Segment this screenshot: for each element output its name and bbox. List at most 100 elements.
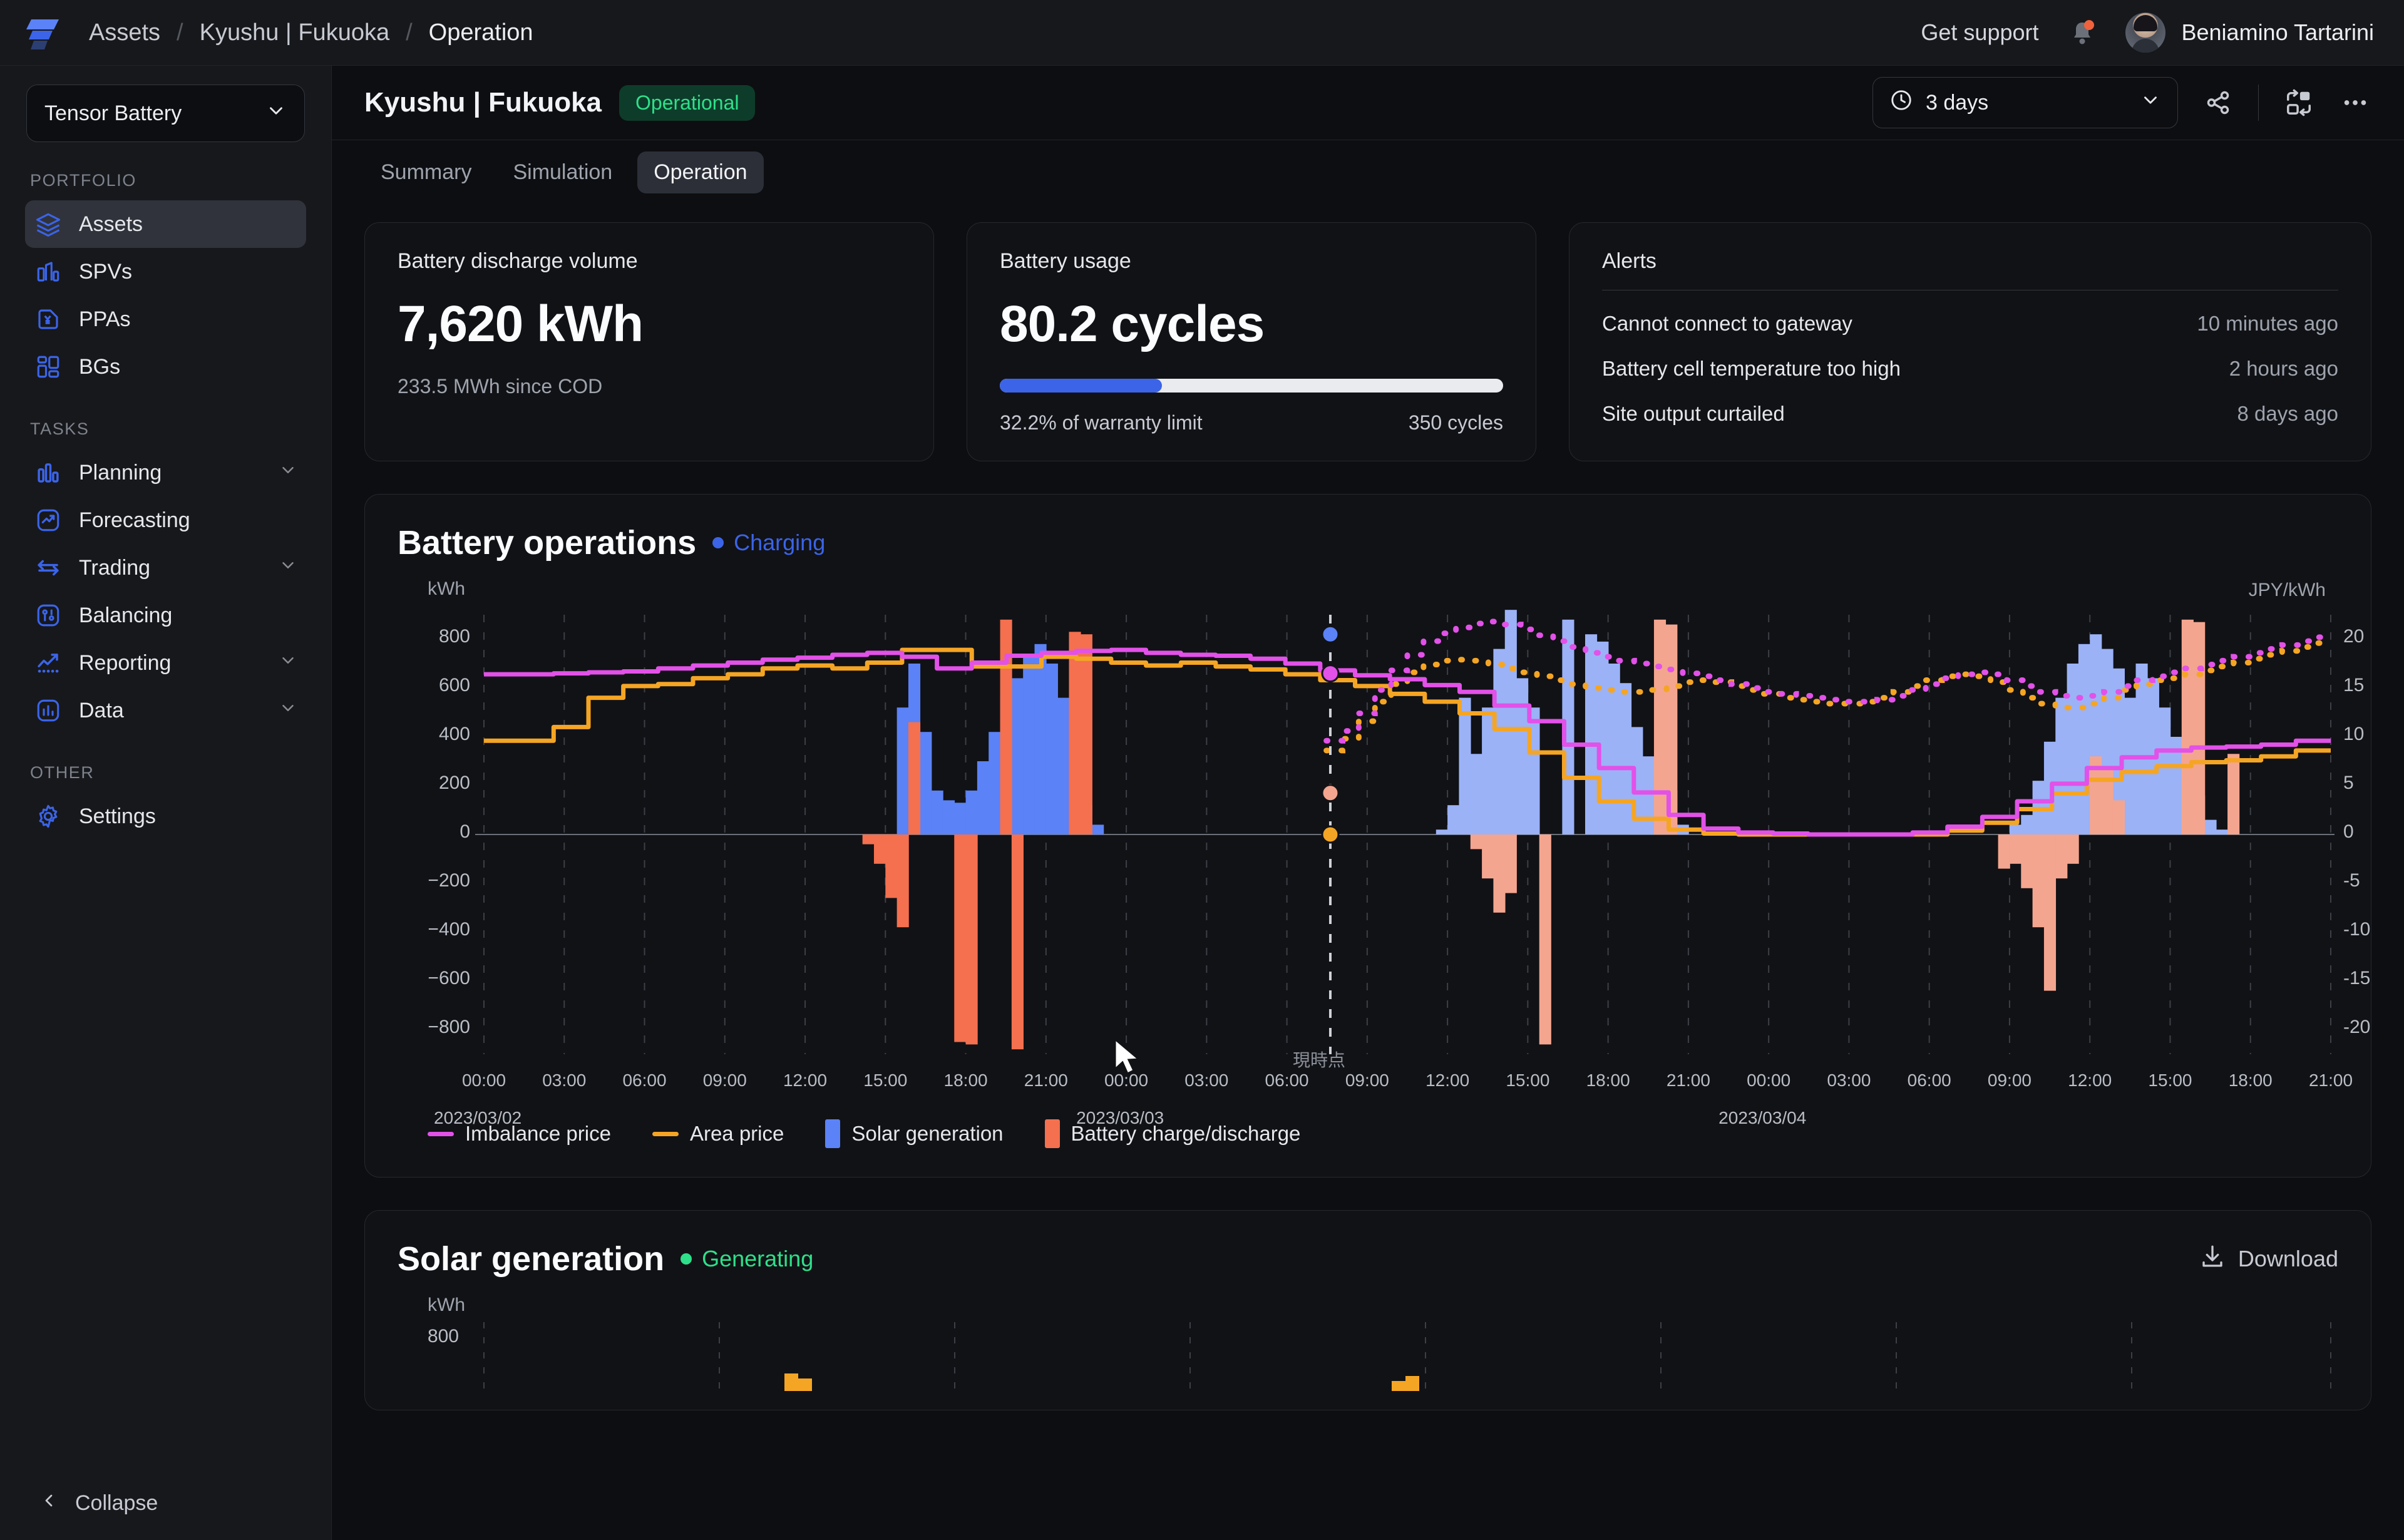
sidebar-item-balancing[interactable]: Balancing [25,592,306,639]
chevron-down-icon[interactable] [279,651,297,675]
asset-selector-value: Tensor Battery [44,101,182,125]
exchange-arrows-icon [34,553,63,582]
status-dot-icon [712,537,724,548]
chevron-down-icon[interactable] [279,556,297,580]
sidebar-item-label: Assets [79,212,143,236]
sidebar-group-label: TASKS [30,419,90,438]
sidebar-item-settings[interactable]: Settings [25,793,306,840]
alert-time: 10 minutes ago [2197,312,2338,335]
trend-square-icon [34,506,63,535]
share-icon[interactable] [2202,86,2234,119]
panel-header: Battery operations Charging [365,495,2371,562]
y-axis-tick-right: 15 [2343,675,2365,696]
sidebar-item-label: Forecasting [79,508,190,532]
y-axis-title-left: kWh [428,578,465,599]
tab-simulation[interactable]: Simulation [496,151,629,193]
sidebar-group-label: OTHER [30,763,95,782]
y-axis-tick-left: −800 [428,1017,470,1037]
legend-item-area-price[interactable]: Area price [652,1122,784,1146]
sidebar-group-tasks: TASKS Planning Forecasting Trading Balan… [0,419,331,734]
sidebar-item-label: Reporting [79,650,172,675]
app-logo-icon[interactable] [24,13,63,52]
sidebar-item-label: Settings [79,804,156,828]
sidebar-item-trading[interactable]: Trading [25,544,306,592]
chevron-down-icon[interactable] [279,461,297,485]
alert-row[interactable]: Site output curtailed 8 days ago [1602,402,2338,426]
chevron-left-icon [39,1491,59,1516]
panel-status: Charging [712,530,825,556]
battery-operations-chart[interactable]: JPY/kWh 800 600 400 200 0 −200 −400 −600 −800 20… [365,580,2371,1127]
collapse-label: Collapse [75,1491,158,1515]
grid-blocks-icon [34,352,63,381]
chart-legend: Imbalance price Area price Solar generat… [365,1107,2371,1177]
date-range-selector[interactable]: 3 days [1872,77,2178,128]
alert-row[interactable]: Cannot connect to gateway 10 minutes ago [1602,312,2338,336]
warranty-limit: 350 cycles [1408,411,1503,434]
card-value: 80.2 cycles [1000,295,1265,352]
sidebar-item-bgs[interactable]: BGs [25,343,306,391]
sidebar: Tensor Battery PORTFOLIO Assets SPVs PPA… [0,66,332,1540]
status-badge: Operational [619,85,756,121]
tab-bar: Summary Simulation Operation [332,140,2404,205]
breadcrumb-item-site[interactable]: Kyushu | Fukuoka [200,19,389,46]
chart-square-icon [34,696,63,725]
solar-y-axis-title: kWh [428,1295,465,1315]
clock-icon [1889,88,1913,118]
alert-row[interactable]: Battery cell temperature too high 2 hour… [1602,357,2338,381]
download-icon [2199,1243,2226,1275]
legend-item-solar-generation[interactable]: Solar generation [825,1119,1004,1148]
tab-operation[interactable]: Operation [637,151,764,193]
page-header: Kyushu | Fukuoka Operational 3 days [332,66,2404,140]
panel-title: Battery operations [398,524,697,562]
asset-selector[interactable]: Tensor Battery [26,85,305,142]
more-options-icon[interactable] [2339,86,2371,119]
user-menu[interactable]: Beniamino Tartarini [2125,13,2375,53]
sidebar-item-data[interactable]: Data [25,687,306,734]
notification-bell-icon[interactable] [2068,18,2097,47]
download-button[interactable]: Download [2199,1243,2338,1275]
x-axis-date-label: 2023/03/02 [434,1108,522,1127]
date-range-value: 3 days [1926,90,1989,115]
panel-battery-operations: Battery operations Charging kWh JPY/kWh … [364,494,2371,1178]
sidebar-item-label: BGs [79,354,121,379]
card-footer: 32.2% of warranty limit 350 cycles [1000,411,1503,434]
chart-svg [475,610,2335,1054]
layers-icon [34,210,63,239]
y-axis-tick-left: 400 [438,724,470,744]
breadcrumb-item-operation[interactable]: Operation [429,19,533,46]
get-support-link[interactable]: Get support [1921,19,2038,46]
card-value: 7,620 kWh [398,295,644,352]
y-axis-tick-right: 0 [2343,821,2354,842]
card-title: Battery usage [1000,249,1131,273]
sidebar-item-assets[interactable]: Assets [25,200,306,248]
panel-header: Solar generation Generating Download [365,1211,2371,1278]
sidebar-group-other: OTHER Settings [0,763,331,840]
y-axis-tick-left: 800 [438,626,470,647]
chevron-down-icon[interactable] [279,699,297,723]
legend-label: Solar generation [851,1122,1004,1145]
tab-summary[interactable]: Summary [364,151,488,193]
chevron-down-icon [265,100,287,127]
sidebar-item-planning[interactable]: Planning [25,449,306,496]
panel-status-label: Charging [734,530,826,555]
y-axis-tick-right: 10 [2343,724,2365,744]
legend-swatch [825,1119,841,1148]
download-label: Download [2237,1246,2338,1271]
y-axis-tick-right: -10 [2343,919,2371,940]
sidebar-item-reporting[interactable]: Reporting [25,639,306,687]
sliders-square-icon [34,601,63,630]
user-name: Beniamino Tartarini [2181,19,2375,45]
alert-time: 2 hours ago [2229,357,2338,380]
sidebar-item-forecasting[interactable]: Forecasting [25,496,306,544]
sidebar-item-spvs[interactable]: SPVs [25,248,306,295]
progress-bar-fill [1000,379,1162,393]
compare-icon[interactable] [2283,86,2315,119]
toolbar-divider [2258,85,2259,121]
sidebar-item-label: Data [79,698,124,722]
breadcrumb-item-assets[interactable]: Assets [89,19,160,46]
sidebar-item-label: Balancing [79,603,173,627]
y-axis-tick-right: -5 [2343,870,2360,891]
breadcrumb: Assets / Kyushu | Fukuoka / Operation [89,19,533,46]
collapse-sidebar-button[interactable]: Collapse [0,1466,332,1540]
sidebar-item-ppas[interactable]: PPAs [25,295,306,343]
